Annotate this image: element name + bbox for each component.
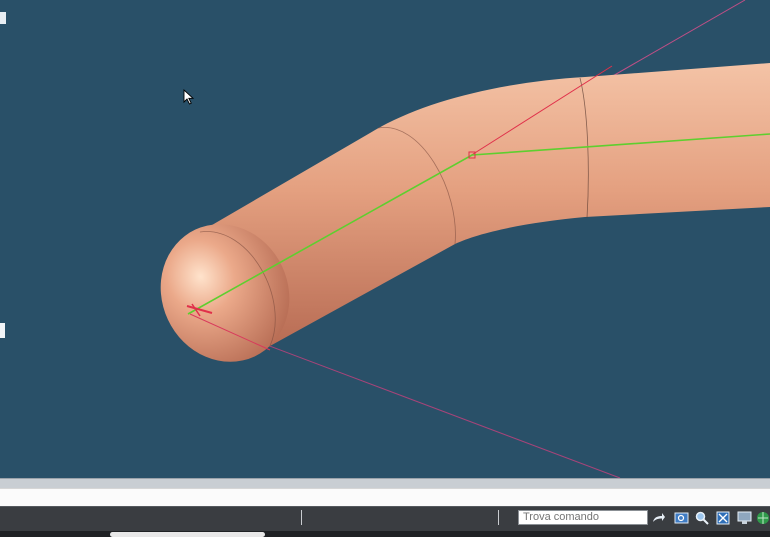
status-separator	[301, 510, 302, 525]
taskbar-item[interactable]	[110, 532, 265, 537]
zoom-icon[interactable]	[694, 510, 710, 526]
display-icon[interactable]	[736, 510, 752, 526]
zoom-window-icon[interactable]	[673, 510, 689, 526]
pointer-cursor-icon	[183, 89, 195, 105]
redo-arrow-icon[interactable]	[651, 510, 667, 526]
command-search-input[interactable]	[518, 510, 648, 525]
command-line[interactable]	[0, 488, 770, 507]
globe-icon[interactable]	[755, 510, 770, 526]
3d-viewport[interactable]	[0, 0, 770, 478]
fullscreen-icon[interactable]	[715, 510, 731, 526]
status-bar	[0, 506, 770, 537]
status-separator	[498, 510, 499, 525]
navigation-bar-edge[interactable]	[0, 323, 5, 338]
viewcube-edge[interactable]	[0, 12, 6, 24]
pipe-model[interactable]	[0, 0, 770, 478]
